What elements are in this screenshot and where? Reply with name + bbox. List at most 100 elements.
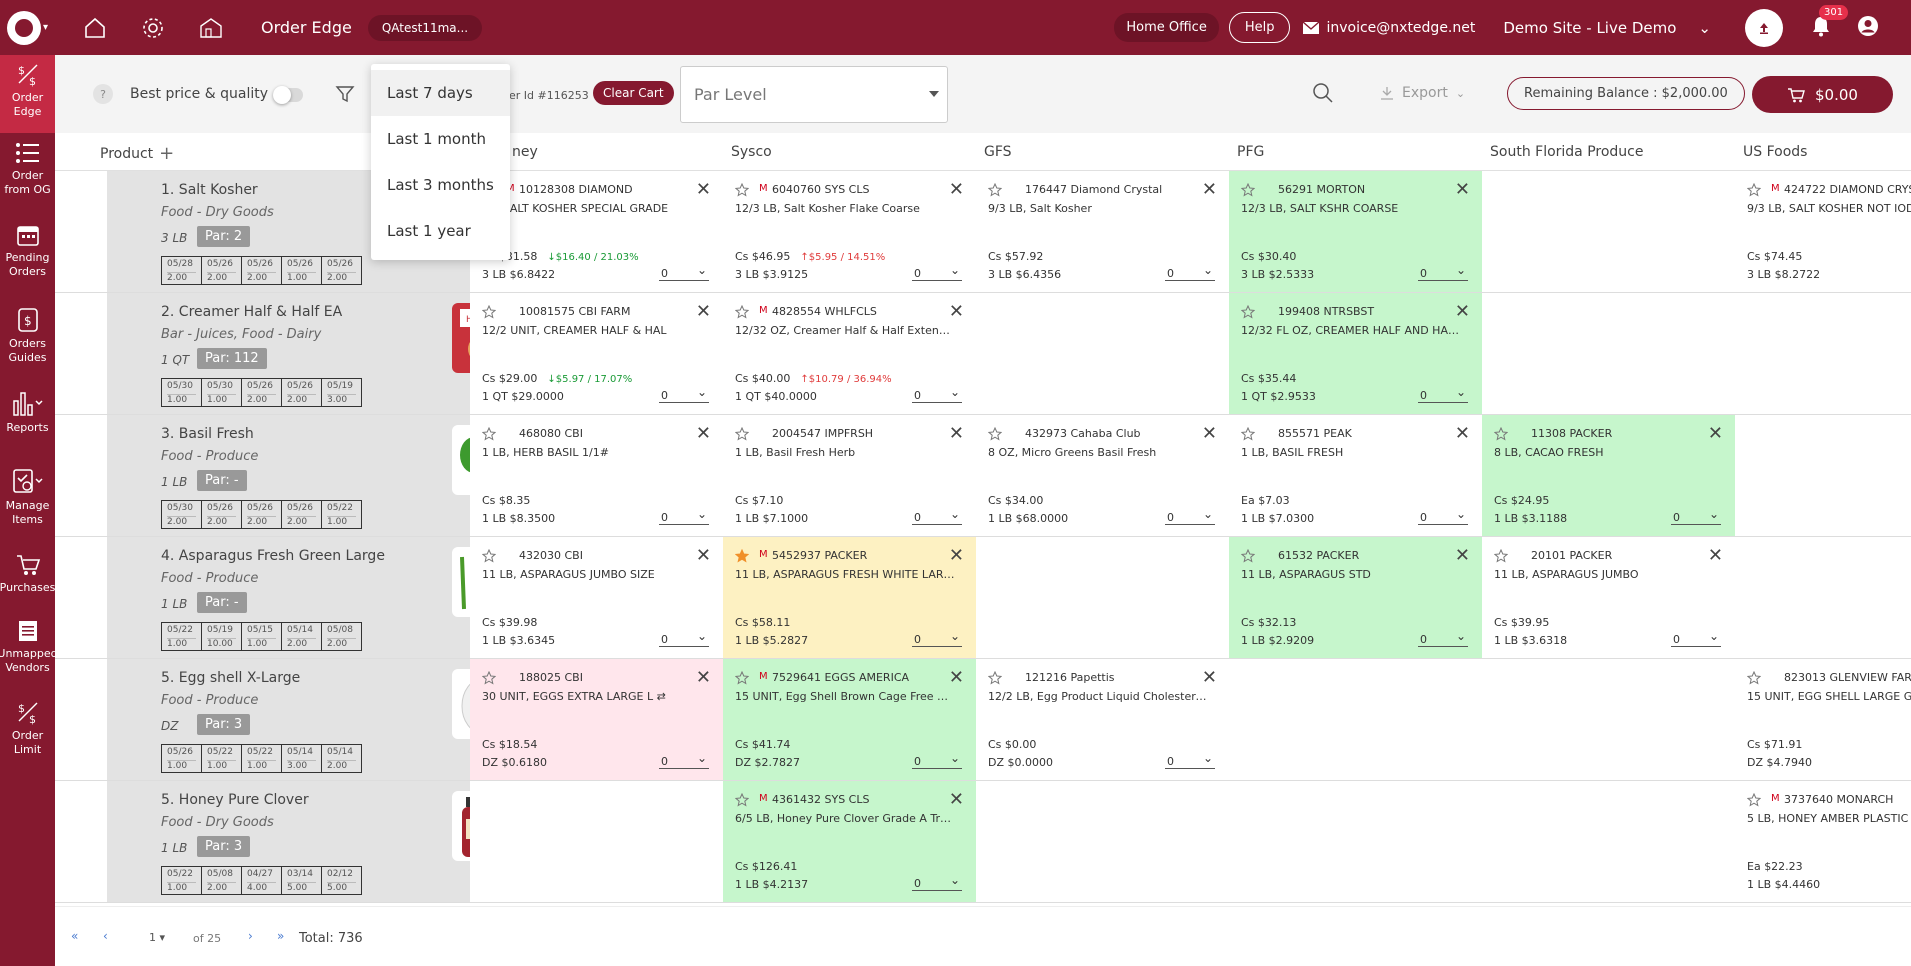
close-icon[interactable]: ✕ xyxy=(696,547,711,565)
clear-cart-button[interactable]: Clear Cart xyxy=(593,81,674,105)
quantity-select[interactable]: 0 xyxy=(1418,507,1468,525)
vendor-cell[interactable]: 855571 PEAK 1 LB, BASIL FRESH ✕ Ea $7.03 1 L… xyxy=(1229,415,1483,536)
vendor-cell[interactable]: 432030 CBI 11 LB, ASPARAGUS JUMBO SIZE ✕ Cs… xyxy=(470,537,724,658)
quantity-select[interactable]: 0 xyxy=(912,263,962,281)
star-icon[interactable] xyxy=(988,427,1002,441)
close-icon[interactable]: ✕ xyxy=(1202,669,1217,687)
sidebar-item-unmapped-vendors[interactable]: Unmapped Vendors xyxy=(0,611,58,691)
best-price-toggle[interactable] xyxy=(273,86,303,104)
star-icon[interactable] xyxy=(482,549,496,563)
star-icon[interactable] xyxy=(1747,183,1761,197)
export-button[interactable]: Export ⌄ xyxy=(1380,85,1465,101)
quantity-select[interactable]: 0 xyxy=(1418,385,1468,403)
quantity-select[interactable]: 0 xyxy=(912,873,962,891)
quantity-select[interactable]: 0 xyxy=(912,385,962,403)
next-page-icon[interactable]: › xyxy=(248,929,253,943)
close-icon[interactable]: ✕ xyxy=(696,425,711,443)
star-icon[interactable] xyxy=(1241,427,1255,441)
close-icon[interactable]: ✕ xyxy=(1455,425,1470,443)
vendor-header[interactable]: GFS xyxy=(984,144,1012,160)
close-icon[interactable]: ✕ xyxy=(949,303,964,321)
home-icon[interactable] xyxy=(77,10,113,46)
help-badge[interactable]: ? xyxy=(93,84,113,104)
vendor-cell[interactable]: M 424722 DIAMOND CRYS 9/3 LB, SALT KOSHER … xyxy=(1735,171,1911,292)
vendor-cell[interactable]: 468080 CBI 1 LB, HERB BASIL 1/1# ✕ Cs $8.35… xyxy=(470,415,724,536)
quantity-select[interactable]: 0 xyxy=(912,507,962,525)
vendor-cell[interactable]: 432973 Cahaba Club 8 OZ, Micro Greens Bas… xyxy=(976,415,1230,536)
vendor-cell[interactable]: 176447 Diamond Crystal 9/3 LB, Salt Koshe… xyxy=(976,171,1230,292)
product-cell[interactable]: 4. Asparagus Fresh Green Large Food - Pro… xyxy=(107,537,522,658)
product-cell[interactable]: 3. Basil Fresh Food - Produce 1 LB Par: - 05… xyxy=(107,415,522,536)
quantity-select[interactable]: 0 xyxy=(659,385,709,403)
vendor-cell[interactable]: M 4361432 SYS CLS 6/5 LB, Honey Pure Clove… xyxy=(723,781,977,902)
vendor-cell[interactable]: 2004547 IMPFRSH 1 LB, Basil Fresh Herb ✕ Cs… xyxy=(723,415,977,536)
app-logo[interactable]: ▾ xyxy=(0,0,55,55)
star-icon[interactable] xyxy=(1494,549,1508,563)
close-icon[interactable]: ✕ xyxy=(1455,303,1470,321)
search-icon[interactable] xyxy=(1311,81,1335,109)
star-icon[interactable] xyxy=(482,427,496,441)
par-level-select[interactable]: Par Level xyxy=(680,66,948,123)
star-icon[interactable] xyxy=(735,671,749,685)
sidebar-item-pending-orders[interactable]: Pending Orders xyxy=(0,215,55,299)
close-icon[interactable]: ✕ xyxy=(949,181,964,199)
dropdown-option-1-year[interactable]: Last 1 year xyxy=(371,208,510,254)
star-icon[interactable] xyxy=(735,427,749,441)
close-icon[interactable]: ✕ xyxy=(696,181,711,199)
vendor-header[interactable]: South Florida Produce xyxy=(1490,144,1644,160)
dropdown-option-1-month[interactable]: Last 1 month xyxy=(371,116,510,162)
sidebar-item-purchases[interactable]: Purchases xyxy=(0,545,55,611)
prev-page-icon[interactable]: ‹ xyxy=(103,929,108,943)
vendor-cell[interactable]: M 3737640 MONARCH 5 LB, HONEY AMBER PLASTI… xyxy=(1735,781,1911,902)
notifications-button[interactable]: 301 xyxy=(1811,4,1849,41)
vendor-cell[interactable]: 56291 MORTON 12/3 LB, SALT KSHR COARSE ✕ Cs… xyxy=(1229,171,1483,292)
close-icon[interactable]: ✕ xyxy=(1708,425,1723,443)
store-settings-icon[interactable] xyxy=(193,10,229,46)
help-button[interactable]: Help xyxy=(1228,12,1291,43)
close-icon[interactable]: ✕ xyxy=(696,303,711,321)
star-icon[interactable] xyxy=(482,671,496,685)
user-icon[interactable] xyxy=(1857,15,1879,41)
plus-icon[interactable]: + xyxy=(159,143,174,164)
star-icon[interactable] xyxy=(735,183,749,197)
first-page-icon[interactable]: « xyxy=(71,929,78,943)
org-selector[interactable]: QAtest11ma... xyxy=(367,14,483,41)
close-icon[interactable]: ✕ xyxy=(1455,547,1470,565)
close-icon[interactable]: ✕ xyxy=(696,669,711,687)
vendor-cell[interactable]: 61532 PACKER 11 LB, ASPARAGUS STD ✕ Cs $32.… xyxy=(1229,537,1483,658)
quantity-select[interactable]: 0 xyxy=(1165,751,1215,769)
vendor-cell[interactable]: 188025 CBI 30 UNIT, EGGS EXTRA LARGE L ⇄ ✕… xyxy=(470,659,724,780)
quantity-select[interactable]: 0 xyxy=(659,507,709,525)
vendor-cell[interactable]: M 4828554 WHLFCLS 12/32 OZ, Creamer Half &… xyxy=(723,293,977,414)
quantity-select[interactable]: 0 xyxy=(1418,629,1468,647)
sidebar-item-order-from-og[interactable]: Order from OG xyxy=(0,133,55,215)
site-selector[interactable]: Demo Site - Live Demo ⌄ xyxy=(1503,19,1711,37)
star-icon[interactable] xyxy=(1494,427,1508,441)
quantity-select[interactable]: 0 xyxy=(1165,263,1215,281)
star-icon[interactable] xyxy=(988,183,1002,197)
vendor-header[interactable]: Sysco xyxy=(731,144,772,160)
star-icon[interactable] xyxy=(1241,305,1255,319)
quantity-select[interactable]: 0 xyxy=(659,751,709,769)
close-icon[interactable]: ✕ xyxy=(1202,181,1217,199)
dropdown-option-7-days[interactable]: Last 7 days xyxy=(371,70,510,116)
upload-button[interactable] xyxy=(1745,8,1783,47)
close-icon[interactable]: ✕ xyxy=(1455,181,1470,199)
quantity-select[interactable]: 0 xyxy=(1671,629,1721,647)
vendor-cell[interactable]: M 7529641 EGGS AMERICA 15 UNIT, Egg Shell … xyxy=(723,659,977,780)
star-icon[interactable] xyxy=(735,793,749,807)
close-icon[interactable]: ✕ xyxy=(949,547,964,565)
quantity-select[interactable]: 0 xyxy=(1418,263,1468,281)
sidebar-item-order-limit[interactable]: $ $ Order Limit xyxy=(0,691,55,761)
quantity-select[interactable]: 0 xyxy=(1165,507,1215,525)
star-icon[interactable] xyxy=(482,305,496,319)
quantity-select[interactable]: 0 xyxy=(912,629,962,647)
close-icon[interactable]: ✕ xyxy=(949,791,964,809)
quantity-select[interactable]: 0 xyxy=(912,751,962,769)
vendor-header[interactable]: US Foods xyxy=(1743,144,1807,160)
vendor-cell[interactable]: 20101 PACKER 11 LB, ASPARAGUS JUMBO ✕ Cs $3… xyxy=(1482,537,1736,658)
product-cell[interactable]: 5. Egg shell X-Large Food - Produce DZ Par:… xyxy=(107,659,522,780)
product-column-header[interactable]: Product + xyxy=(100,143,174,164)
close-icon[interactable]: ✕ xyxy=(1708,547,1723,565)
vendor-cell[interactable]: 10081575 CBI FARM 12/2 UNIT, CREAMER HALF… xyxy=(470,293,724,414)
